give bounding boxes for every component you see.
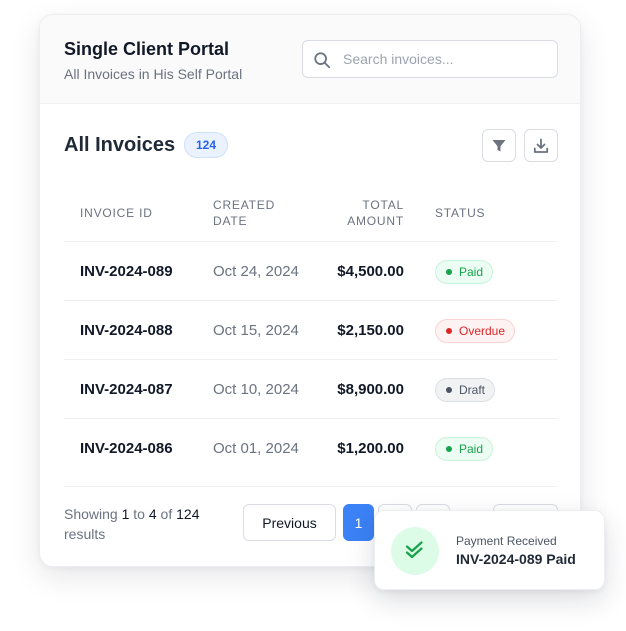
previous-page-button[interactable]: Previous (243, 504, 336, 541)
column-header-total-amount-line2: AMOUNT (347, 214, 404, 228)
table-row[interactable]: INV-2024-088 Oct 15, 2024 $2,150.00 Over… (64, 300, 558, 359)
to-word: to (133, 506, 145, 522)
search-icon (314, 52, 331, 69)
payment-toast[interactable]: Payment Received INV-2024-089 Paid (374, 510, 605, 590)
invoice-id: INV-2024-089 (80, 263, 173, 280)
column-header-created-date-line1: CREATED (213, 198, 276, 212)
column-header-created-date-line2: DATE (213, 214, 248, 228)
invoice-id: INV-2024-088 (80, 322, 173, 339)
status-dot (446, 445, 452, 452)
table-row[interactable]: INV-2024-087 Oct 10, 2024 $8,900.00 Draf… (64, 359, 558, 418)
column-header-total-amount: TOTAL AMOUNT (310, 197, 404, 229)
invoice-table: INV-2024-089 Oct 24, 2024 $4,500.00 Paid… (64, 241, 558, 477)
table-footer-divider (64, 486, 558, 487)
portal-subtitle: All Invoices in His Self Portal (64, 66, 243, 82)
created-date: Oct 01, 2024 (213, 440, 299, 457)
search-input[interactable] (343, 41, 548, 77)
invoice-card: Single Client Portal All Invoices in His… (39, 14, 581, 567)
total-amount: $4,500.00 (337, 263, 404, 280)
status-badge: Draft (435, 377, 496, 402)
column-header-invoice-id: INVOICE ID (80, 206, 153, 220)
of-word: of (160, 506, 173, 522)
status-label: Paid (459, 264, 484, 279)
status-label: Overdue (459, 323, 506, 338)
page-1-button[interactable]: 1 (343, 504, 374, 541)
range-from: 1 (121, 506, 130, 522)
toast-icon-circle (391, 527, 439, 575)
portal-header: Single Client Portal All Invoices in His… (40, 15, 580, 104)
status-badge: Paid (435, 259, 494, 284)
created-date: Oct 10, 2024 (213, 381, 299, 398)
filter-icon (492, 139, 506, 151)
status-dot (446, 327, 452, 334)
status-badge: Overdue (435, 318, 516, 343)
created-date: Oct 24, 2024 (213, 263, 299, 280)
download-icon (533, 138, 549, 153)
results-word: results (64, 526, 106, 542)
filter-button[interactable] (482, 129, 516, 162)
search-box[interactable] (302, 40, 558, 78)
table-row[interactable]: INV-2024-086 Oct 01, 2024 $1,200.00 Paid (64, 418, 558, 477)
download-button[interactable] (524, 129, 558, 162)
section-title: All Invoices (64, 134, 176, 156)
status-label: Paid (459, 441, 484, 456)
status-dot (446, 268, 452, 275)
table-row[interactable]: INV-2024-089 Oct 24, 2024 $4,500.00 Paid (64, 241, 558, 300)
total-amount: $2,150.00 (337, 322, 404, 339)
showing-prefix: Showing (64, 506, 118, 522)
toast-label: Payment Received (456, 534, 557, 548)
invoice-count-badge: 124 (184, 132, 228, 158)
invoice-id: INV-2024-087 (80, 381, 173, 398)
status-label: Draft (459, 382, 486, 397)
status-badge: Paid (435, 436, 494, 461)
double-check-icon (405, 541, 423, 559)
created-date: Oct 15, 2024 (213, 322, 299, 339)
column-header-total-amount-line1: TOTAL (362, 198, 404, 212)
column-header-status: STATUS (435, 206, 486, 220)
pagination-summary: Showing 1 to 4 of 124 results (64, 504, 224, 544)
toast-title: INV-2024-089 Paid (456, 551, 576, 567)
total-amount: $1,200.00 (337, 440, 404, 457)
total-amount: $8,900.00 (337, 381, 404, 398)
range-to: 4 (148, 506, 157, 522)
invoice-id: INV-2024-086 (80, 440, 173, 457)
column-header-created-date: CREATED DATE (213, 197, 275, 229)
portal-title: Single Client Portal (64, 39, 230, 59)
status-dot (446, 386, 452, 393)
total-results: 124 (176, 506, 200, 522)
